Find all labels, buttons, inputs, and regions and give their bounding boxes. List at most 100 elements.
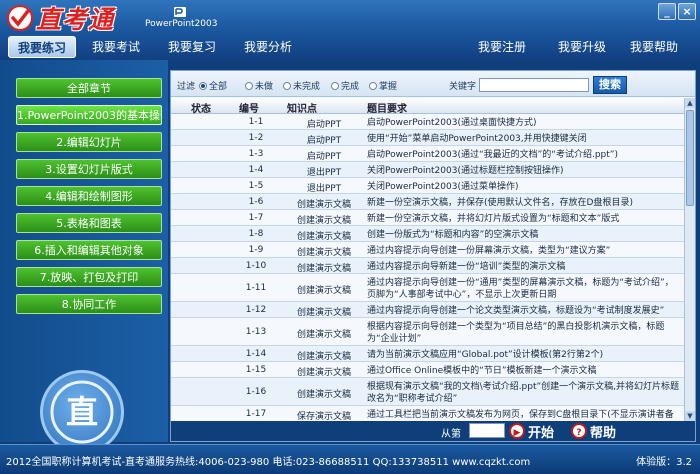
from-label: 从第 — [441, 429, 461, 440]
start-button[interactable]: ▶ 开始 — [509, 421, 554, 441]
row-number: 1-9 — [248, 245, 264, 255]
row-knowledge-point: 创建演示文稿 — [296, 264, 351, 274]
chapter-6[interactable]: 6.插入和编辑其他对象 — [16, 240, 162, 260]
table-row[interactable]: 1-15 创建演示文稿 通过Office Online模板中的“节日”模板新建一个演… — [171, 362, 684, 378]
filter-complete-label: 完成 — [341, 82, 360, 92]
table-row[interactable]: 1-16 创建演示文稿 根据现有演示文稿“我的文档\考试介绍.ppt”创建一个演示文… — [171, 378, 684, 406]
seal-glyph: 直 — [50, 380, 114, 444]
col-knowledge-point: 知识点 — [287, 104, 317, 115]
chapter-5[interactable]: 5.表格和图表 — [16, 213, 162, 233]
row-knowledge-point: 退出PPT — [306, 184, 342, 194]
filter-all-label: 全部 — [209, 82, 228, 92]
keyword-label: 关键字 — [449, 82, 477, 92]
table-row[interactable]: 1-10 创建演示文稿 通过内容提示向导新建一份“培训”类型的演示文稿 — [171, 258, 684, 274]
seal-char: 直 — [66, 393, 98, 431]
filter-label: 过滤 — [177, 82, 196, 92]
chapter-2[interactable]: 2.编辑幻灯片 — [16, 132, 162, 152]
table-row[interactable]: 1-8 创建演示文稿 创建一份版式为“标题和内容”的空演示文稿 — [171, 226, 684, 242]
table-body: 1-1 启动PPT 启动PowerPoint2003(通过桌面快捷方式) 1-2 启动P… — [171, 114, 684, 421]
action-bar: 从第 ▶ 开始 ? 帮助 — [171, 421, 695, 441]
app-logo: 直考通 — [6, 2, 114, 34]
check-mark-icon — [7, 5, 33, 31]
filter-undone[interactable]: 未做 — [245, 79, 273, 92]
row-requirement: 通过内容提示向导创建一份屏幕演示文稿，类型为“建议方案” — [367, 246, 611, 256]
table-row[interactable]: 1-17 保存演示文稿 通过工具栏把当前演示文稿发布为网页，保存到C盘根目录下(不显… — [171, 406, 684, 421]
table-row[interactable]: 1-3 启动PPT 启动PowerPoint2003(通过“我最近的文档”的“考试介… — [171, 146, 684, 162]
status-bar: 2012全国职称计算机考试-直考通服务热线:4006-023-980 电话:02… — [0, 444, 700, 474]
row-knowledge-point: 启动PPT — [306, 120, 342, 130]
row-knowledge-point: 创建演示文稿 — [296, 330, 351, 340]
row-knowledge-point: 创建演示文稿 — [296, 248, 351, 258]
row-requirement: 根据内容提示向导创建一个类型为“项目总结”的黑白投影机演示文稿，标题为“企业计划… — [367, 322, 665, 344]
main-menu: 我要练习 我要考试 我要复习 我要分析 我要注册 我要升级 我要帮助 — [0, 34, 700, 60]
menu-register[interactable]: 我要注册 — [470, 36, 534, 58]
table-row[interactable]: 1-6 创建演示文稿 新建一份空演示文稿，并保存(使用默认文件名，存放在D盘根目录) — [171, 194, 684, 210]
filter-all[interactable]: 全部 — [199, 79, 227, 92]
row-number: 1-10 — [245, 261, 267, 271]
filter-mastered[interactable]: 掌握 — [369, 79, 397, 92]
table-row[interactable]: 1-2 启动PPT 使用“开始”菜单启动PowerPoint2003,并用快捷键关闭 — [171, 130, 684, 146]
vertical-scrollbar[interactable]: ▲ ▼ — [684, 98, 695, 421]
row-number: 1-3 — [248, 149, 264, 159]
table-row[interactable]: 1-9 创建演示文稿 通过内容提示向导创建一份屏幕演示文稿，类型为“建议方案” — [171, 242, 684, 258]
row-requirement: 通过工具栏把当前演示文稿发布为网页，保存到C盘根目录下(不显示演讲者备注) — [367, 410, 674, 420]
row-knowledge-point: 创建演示文稿 — [296, 390, 351, 400]
chapter-1[interactable]: 1.PowerPoint2003的基本操作 — [16, 105, 162, 125]
scroll-up-icon[interactable]: ▲ — [685, 98, 695, 108]
row-requirement: 通过内容提示向导创建一个论文类型演示文稿，标题设为“考试制度发展史” — [367, 306, 665, 316]
table-row[interactable]: 1-12 创建演示文稿 通过内容提示向导创建一个论文类型演示文稿，标题设为“考试制度… — [171, 302, 684, 318]
menu-upgrade[interactable]: 我要升级 — [550, 36, 614, 58]
row-requirement: 新建一份空演示文稿，并保存(使用默认文件名，存放在D盘根目录) — [367, 198, 633, 208]
menu-analysis[interactable]: 我要分析 — [236, 36, 300, 58]
logo-seal: 直 — [40, 370, 124, 454]
radio-dot — [199, 81, 207, 90]
question-panel: 过滤 全部 未做 未完成 完成 掌握 关键字 搜索 状态 编号 知识点 题目要求… — [170, 70, 696, 442]
app-title: 直考通 — [36, 5, 115, 34]
minimize-button[interactable]: _ — [658, 3, 676, 20]
table-header: 状态 编号 知识点 题目要求 — [171, 98, 684, 115]
menu-practice[interactable]: 我要练习 — [8, 36, 76, 58]
chapter-4[interactable]: 4.编辑和绘制图形 — [16, 186, 162, 206]
help-button-label: 帮助 — [590, 425, 617, 441]
table-row[interactable]: 1-7 创建演示文稿 新建一份空演示文稿，并将幻灯片版式设置为“标题和文本”版式 — [171, 210, 684, 226]
col-number: 编号 — [239, 104, 259, 115]
scroll-down-icon[interactable]: ▼ — [685, 411, 695, 421]
row-knowledge-point: 创建演示文稿 — [296, 286, 351, 296]
help-button[interactable]: ? 帮助 — [571, 421, 616, 441]
table-row[interactable]: 1-4 退出PPT 关闭PowerPoint2003(通过标题栏控制按钮操作) — [171, 162, 684, 178]
table-row[interactable]: 1-5 退出PPT 关闭PowerPoint2003(通过菜单操作) — [171, 178, 684, 194]
row-number: 1-5 — [248, 181, 264, 191]
chapter-all[interactable]: 全部章节 — [16, 78, 162, 98]
row-number: 1-17 — [245, 409, 267, 419]
row-requirement: 通过Office Online模板中的“节日”模板新建一个演示文稿 — [367, 366, 597, 376]
table-row[interactable]: 1-11 创建演示文稿 通过内容提示向导创建一份“通用”类型的屏幕演示文稿，标题为“… — [171, 274, 684, 302]
close-button[interactable]: × — [678, 3, 696, 20]
table-row[interactable]: 1-14 创建演示文稿 请为当前演示文稿应用“Global.pot”设计模板(第2行… — [171, 346, 684, 362]
row-knowledge-point: 保存演示文稿 — [296, 412, 351, 421]
chapter-7[interactable]: 7.放映、打包及打印 — [16, 267, 162, 287]
table-row[interactable]: 1-13 创建演示文稿 根据内容提示向导创建一个类型为“项目总结”的黑白投影机演示文… — [171, 318, 684, 346]
chapter-3[interactable]: 3.设置幻灯片版式 — [16, 159, 162, 179]
filter-incomplete[interactable]: 未完成 — [283, 79, 320, 92]
row-requirement: 启动PowerPoint2003(通过“我最近的文档”的“考试介绍.ppt”) — [367, 150, 618, 160]
keyword-input[interactable] — [479, 78, 589, 92]
scroll-thumb[interactable] — [686, 110, 694, 206]
filter-complete[interactable]: 完成 — [331, 79, 359, 92]
filter-undone-label: 未做 — [255, 82, 274, 92]
start-number-input[interactable] — [469, 423, 505, 438]
menu-help[interactable]: 我要帮助 — [622, 36, 686, 58]
search-button[interactable]: 搜索 — [593, 76, 627, 94]
product-name: PowerPoint2003 — [145, 6, 217, 29]
row-requirement: 关闭PowerPoint2003(通过标题栏控制按钮操作) — [367, 166, 564, 176]
table-row[interactable]: 1-1 启动PPT 启动PowerPoint2003(通过桌面快捷方式) — [171, 114, 684, 130]
chapter-8[interactable]: 8.协同工作 — [16, 294, 162, 314]
radio-dot — [283, 81, 291, 90]
menu-exam[interactable]: 我要考试 — [84, 36, 148, 58]
row-number: 1-7 — [248, 213, 264, 223]
row-number: 1-6 — [248, 197, 264, 207]
row-requirement: 新建一份空演示文稿，并将幻灯片版式设置为“标题和文本”版式 — [367, 214, 620, 224]
menu-review[interactable]: 我要复习 — [160, 36, 224, 58]
row-knowledge-point: 创建演示文稿 — [296, 352, 351, 362]
radio-dot — [245, 81, 253, 90]
chapter-sidebar: 全部章节 1.PowerPoint2003的基本操作 2.编辑幻灯片 3.设置幻… — [0, 60, 168, 454]
